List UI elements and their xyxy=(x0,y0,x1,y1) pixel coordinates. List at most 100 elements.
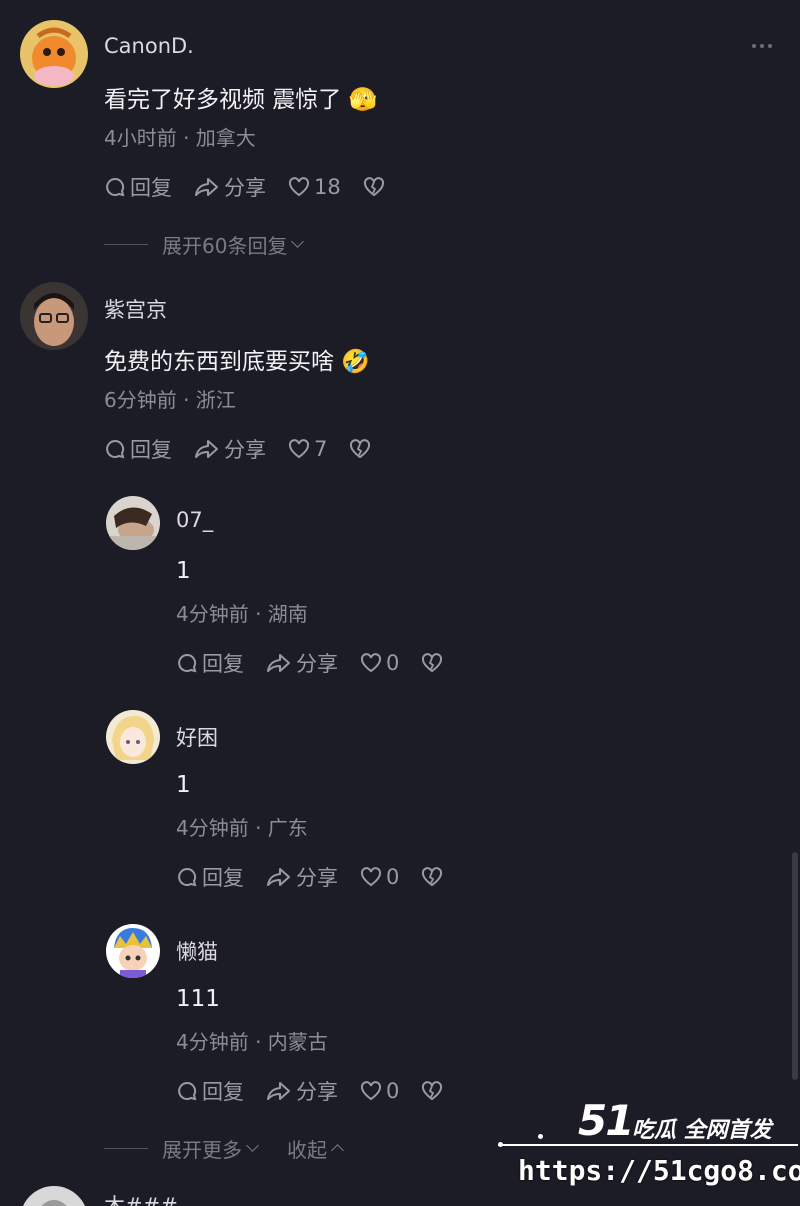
reply-button[interactable]: 回复 xyxy=(176,648,244,678)
reply-meta: 4分钟前 · 内蒙古 xyxy=(176,1030,328,1054)
chevron-down-icon xyxy=(246,1139,259,1152)
comment-actions: 回复 分享 18 xyxy=(104,172,385,202)
comment-bubble-icon xyxy=(178,1081,197,1101)
more-options-icon[interactable] xyxy=(752,44,772,48)
avatar[interactable] xyxy=(20,282,88,350)
watermark-tagline: 吃瓜 全网首发 xyxy=(632,1118,772,1143)
watermark-url: https://51cgo8.com xyxy=(518,1154,800,1187)
watermark-line xyxy=(498,1144,798,1146)
reply-button[interactable]: 回复 xyxy=(104,434,172,464)
expand-more-button[interactable]: 展开更多 xyxy=(162,1134,242,1163)
share-arrow-icon xyxy=(195,440,218,458)
dislike-button[interactable] xyxy=(421,866,443,888)
avatar[interactable] xyxy=(106,710,160,764)
like-button[interactable]: 7 xyxy=(288,437,327,461)
share-button[interactable]: 分享 xyxy=(266,648,338,678)
broken-heart-icon xyxy=(422,653,443,673)
avatar[interactable] xyxy=(106,496,160,550)
like-count: 7 xyxy=(314,437,328,461)
share-button[interactable]: 分享 xyxy=(266,1076,338,1106)
comment-meta: 6分钟前 · 浙江 xyxy=(104,388,236,412)
heart-icon xyxy=(360,1081,382,1101)
comment-bubble-icon xyxy=(106,439,125,459)
comment-bubble-icon xyxy=(106,177,125,197)
reply-meta: 4分钟前 · 广东 xyxy=(176,816,308,840)
share-arrow-icon xyxy=(267,1082,290,1100)
dislike-button[interactable] xyxy=(349,438,371,460)
reply-button[interactable]: 回复 xyxy=(176,1076,244,1106)
avatar[interactable] xyxy=(20,20,88,88)
reply-text: 1 xyxy=(176,772,191,798)
chevron-down-icon xyxy=(291,235,305,248)
share-arrow-icon xyxy=(267,868,290,886)
avatar[interactable] xyxy=(20,1186,88,1206)
comment-author[interactable]: CanonD. xyxy=(104,34,194,58)
watermark-dot xyxy=(498,1142,503,1147)
dislike-button[interactable] xyxy=(363,176,385,198)
watermark: 51 吃瓜 全网首发 https://51cgo8.com xyxy=(498,1092,800,1206)
broken-heart-icon xyxy=(350,439,371,459)
comment-text: 看完了好多视频 震惊了 🫣 xyxy=(104,87,378,113)
reply-meta: 4分钟前 · 湖南 xyxy=(176,602,308,626)
scrollbar[interactable] xyxy=(792,852,798,1080)
comment-author[interactable]: 紫宫京 xyxy=(104,294,167,324)
broken-heart-icon xyxy=(363,177,384,197)
reply-text: 111 xyxy=(176,986,220,1012)
reply-button[interactable]: 回复 xyxy=(176,862,244,892)
like-count: 0 xyxy=(386,651,400,675)
share-label: 分享 xyxy=(296,866,338,890)
share-button[interactable]: 分享 xyxy=(194,434,266,464)
like-button[interactable]: 0 xyxy=(360,1079,399,1103)
comment-actions: 回复 分享 7 xyxy=(104,434,371,464)
reply-label: 回复 xyxy=(202,866,244,890)
reply-text: 1 xyxy=(176,558,191,584)
like-button[interactable]: 0 xyxy=(360,651,399,675)
heart-icon xyxy=(288,177,310,197)
share-button[interactable]: 分享 xyxy=(266,862,338,892)
reply-author[interactable]: 07_ xyxy=(176,508,213,532)
like-count: 0 xyxy=(386,865,400,889)
share-button[interactable]: 分享 xyxy=(194,172,266,202)
thread-footer: 展开更多 收起 xyxy=(104,1134,344,1163)
reply-author[interactable]: 好困 xyxy=(176,722,218,752)
comment-author[interactable]: 木### xyxy=(104,1190,178,1206)
heart-icon xyxy=(288,439,310,459)
divider xyxy=(104,244,148,245)
share-label: 分享 xyxy=(224,176,266,200)
share-label: 分享 xyxy=(296,652,338,676)
chevron-up-icon xyxy=(331,1144,344,1157)
comment-text: 免费的东西到底要买啥 🤣 xyxy=(104,349,370,375)
reply-label: 回复 xyxy=(130,176,172,200)
comment-bubble-icon xyxy=(178,867,197,887)
broken-heart-icon xyxy=(422,1081,443,1101)
expand-replies-button[interactable]: 展开60条回复 xyxy=(104,230,305,259)
reply-actions: 回复 分享 0 xyxy=(176,862,443,892)
heart-icon xyxy=(360,867,382,887)
comment-meta: 4小时前 · 加拿大 xyxy=(104,126,256,150)
divider xyxy=(104,1148,148,1149)
reply-actions: 回复 分享 0 xyxy=(176,648,443,678)
like-count: 0 xyxy=(386,1079,400,1103)
heart-icon xyxy=(360,653,382,673)
comment-list: CanonD. 看完了好多视频 震惊了 🫣 4小时前 · 加拿大 回复 分享 1… xyxy=(0,0,800,1206)
reply-label: 回复 xyxy=(202,1080,244,1104)
reply-actions: 回复 分享 0 xyxy=(176,1076,443,1106)
broken-heart-icon xyxy=(422,867,443,887)
reply-button[interactable]: 回复 xyxy=(104,172,172,202)
watermark-dot xyxy=(538,1134,543,1139)
dislike-button[interactable] xyxy=(421,652,443,674)
reply-author[interactable]: 懒猫 xyxy=(176,936,218,966)
share-arrow-icon xyxy=(195,178,218,196)
avatar[interactable] xyxy=(106,924,160,978)
dislike-button[interactable] xyxy=(421,1080,443,1102)
watermark-logo: 51 xyxy=(578,1096,634,1145)
like-button[interactable]: 18 xyxy=(288,175,341,199)
like-count: 18 xyxy=(314,175,341,199)
share-label: 分享 xyxy=(296,1080,338,1104)
reply-label: 回复 xyxy=(130,438,172,462)
reply-label: 回复 xyxy=(202,652,244,676)
like-button[interactable]: 0 xyxy=(360,865,399,889)
collapse-button[interactable]: 收起 xyxy=(287,1134,327,1163)
share-arrow-icon xyxy=(267,654,290,672)
share-label: 分享 xyxy=(224,438,266,462)
